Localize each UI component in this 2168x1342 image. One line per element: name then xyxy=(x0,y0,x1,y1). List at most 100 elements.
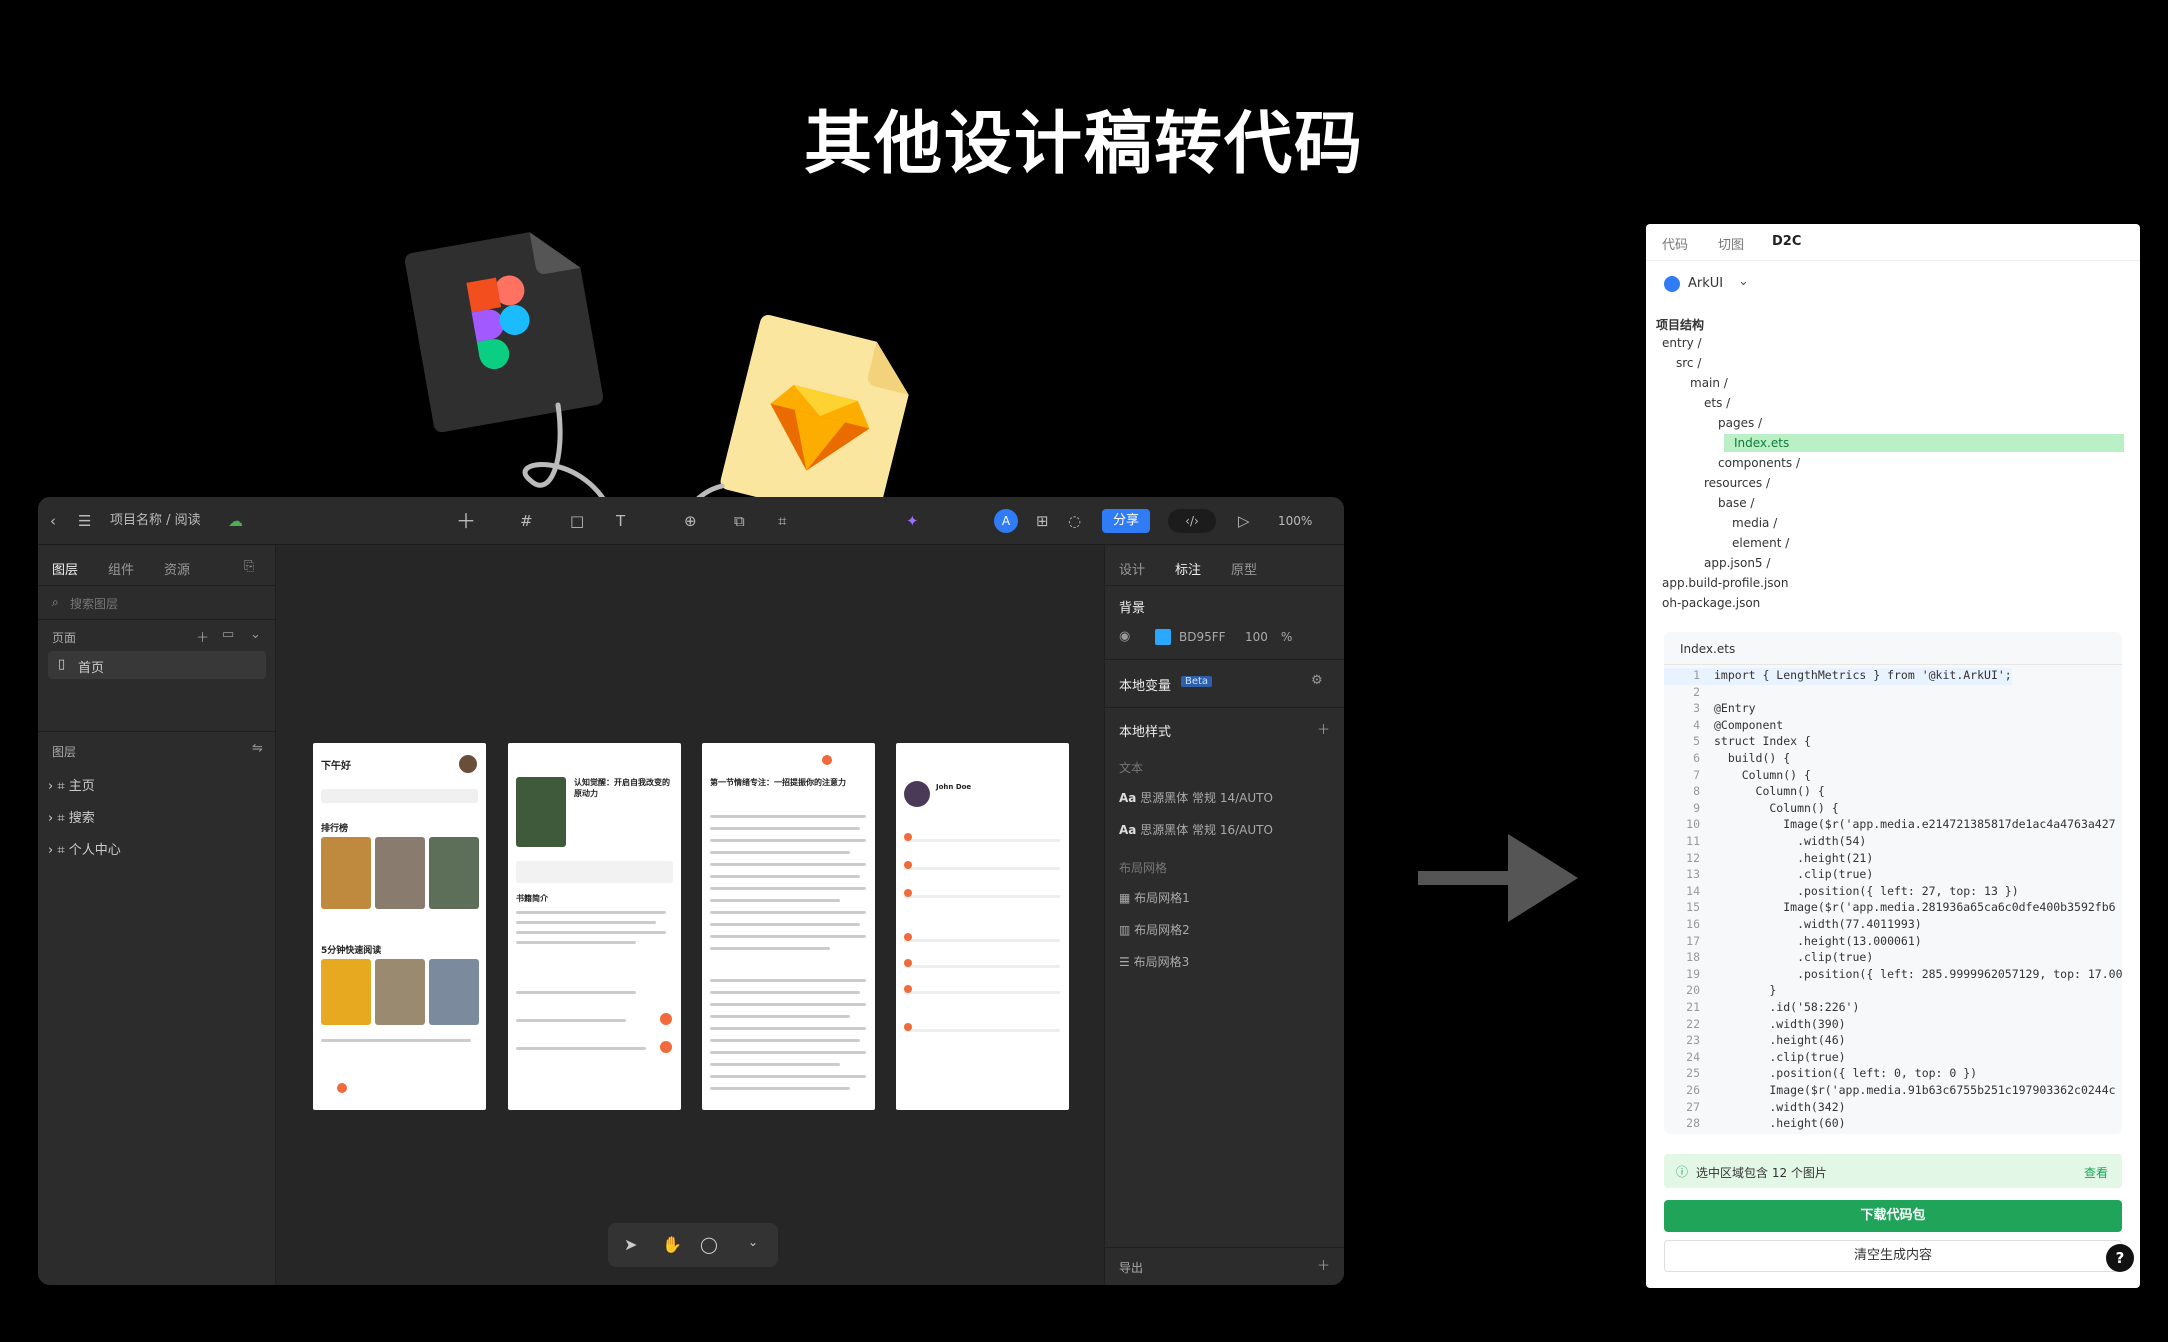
grid-style-item[interactable]: ▥ 布局网格2 xyxy=(1119,921,1190,938)
code-line: 14 .position({ left: 27, top: 13 }) xyxy=(1664,884,2019,901)
tab-assets[interactable]: 资源 xyxy=(164,559,190,578)
layer-item[interactable]: › ⌗ 个人中心 xyxy=(48,839,121,858)
back-icon[interactable]: ‹ xyxy=(50,509,56,533)
clear-button[interactable]: 清空生成内容 xyxy=(1664,1240,2122,1272)
layer-item[interactable]: › ⌗ 搜索 xyxy=(48,807,95,826)
artboard-article[interactable]: 第一节情绪专注：一招提振你的注意力 xyxy=(702,743,875,1110)
grid-style-item[interactable]: ☰ 布局网格3 xyxy=(1119,953,1189,970)
line-number: 6 xyxy=(1693,751,1700,765)
tree-item-selected[interactable]: Index.ets xyxy=(1724,434,2124,452)
shape-tool-icon[interactable]: □ xyxy=(570,509,584,533)
share-button[interactable]: 分享 xyxy=(1102,509,1150,533)
code-line: 27 .width(342) xyxy=(1664,1100,1845,1117)
artboard-profile[interactable]: John Doe xyxy=(896,743,1069,1110)
tree-item[interactable]: main / xyxy=(1690,376,1728,390)
library-icon[interactable]: ⊞ xyxy=(1036,509,1049,533)
bg-color-swatch[interactable] xyxy=(1155,629,1171,645)
play-icon[interactable]: ▷ xyxy=(1238,509,1250,533)
artboard-home[interactable]: 下午好 排行榜 5分钟快速阅读 xyxy=(313,743,486,1110)
layer-item[interactable]: › ⌗ 主页 xyxy=(48,775,95,794)
tree-item[interactable]: entry / xyxy=(1662,336,1702,350)
line-number: 17 xyxy=(1686,933,1700,948)
line-number: 2 xyxy=(1693,684,1700,699)
add-style-icon[interactable]: ＋ xyxy=(1317,719,1330,738)
select-tool-icon[interactable]: ➤ xyxy=(624,1235,637,1254)
chevron-down-icon[interactable]: ⌄ xyxy=(1738,274,1749,289)
text-style-item[interactable]: Aa 思源黑体 常规 14/AUTO xyxy=(1119,789,1273,806)
grid-tool-icon[interactable]: ⌗ xyxy=(778,509,786,533)
tab-design[interactable]: 设计 xyxy=(1119,559,1145,578)
library-icon[interactable]: ⎘ xyxy=(244,559,254,574)
layers-options-icon[interactable]: ⇋ xyxy=(252,741,263,756)
page-item[interactable]: ▯ 首页 xyxy=(48,651,266,679)
tab-components[interactable]: 组件 xyxy=(108,559,134,578)
eye-icon[interactable]: ◉ xyxy=(1119,629,1130,644)
frame-tool-icon[interactable]: # xyxy=(520,509,533,533)
code-line: 28 .height(60) xyxy=(1664,1116,1845,1133)
comment-tool-icon[interactable]: ◯ xyxy=(700,1235,718,1254)
framework-select[interactable]: ArkUI xyxy=(1688,276,1723,291)
code-text: .height(46) xyxy=(1714,1033,1846,1048)
line-number: 7 xyxy=(1693,767,1700,782)
code-text: Image($r('app.media.91b63c6755b251c19790… xyxy=(1714,1083,2116,1097)
bg-color-value[interactable]: BD95FF xyxy=(1179,630,1226,644)
tab-prototype[interactable]: 原型 xyxy=(1231,559,1257,578)
line-number: 20 xyxy=(1686,983,1700,998)
tree-item[interactable]: element / xyxy=(1732,536,1789,550)
hand-tool-icon[interactable]: ✋ xyxy=(662,1235,682,1254)
artboard-book[interactable]: 认知觉醒：开启自我改变的原动力 书籍简介 xyxy=(508,743,681,1110)
zoom-select[interactable]: 100% xyxy=(1278,509,1312,533)
code-text: struct Index { xyxy=(1714,734,1811,749)
tab-annotate[interactable]: 标注 xyxy=(1175,559,1201,578)
tab-d2c[interactable]: D2C xyxy=(1772,234,1801,249)
view-link[interactable]: 查看 xyxy=(2084,1164,2108,1181)
code-toggle-icon[interactable]: ‹/› xyxy=(1168,509,1216,533)
chevron-down-icon[interactable]: ⌄ xyxy=(250,627,261,642)
line-number: 12 xyxy=(1686,850,1700,865)
tree-item[interactable]: resources / xyxy=(1704,476,1770,490)
add-page-icon[interactable]: ＋ xyxy=(196,627,209,646)
line-number: 10 xyxy=(1686,817,1700,832)
sketch-file-icon xyxy=(719,313,920,527)
tab-code[interactable]: 代码 xyxy=(1662,234,1688,253)
bg-opacity-value[interactable]: 100 xyxy=(1245,630,1268,644)
tree-item[interactable]: oh-package.json xyxy=(1662,596,1760,610)
text-style-item[interactable]: Aa 思源黑体 常规 16/AUTO xyxy=(1119,821,1273,838)
add-icon[interactable]: ＋ xyxy=(456,509,476,533)
add-export-icon[interactable]: ＋ xyxy=(1317,1255,1330,1274)
line-number: 21 xyxy=(1686,1000,1700,1014)
component-tool-icon[interactable]: ⊕ xyxy=(684,509,697,533)
tree-item[interactable]: ets / xyxy=(1704,396,1730,410)
page-title: 其他设计稿转代码 xyxy=(803,105,1364,184)
comment-icon[interactable]: ◌ xyxy=(1068,509,1081,533)
folder-icon[interactable]: ▭ xyxy=(222,627,234,642)
tree-item[interactable]: app.json5 / xyxy=(1704,556,1770,570)
tree-item[interactable]: media / xyxy=(1732,516,1777,530)
tab-slices[interactable]: 切图 xyxy=(1718,234,1744,253)
code-editor[interactable]: Index.ets 1 import { LengthMetrics } from… xyxy=(1664,632,2122,1134)
notice-text: 选中区域包含 12 个图片 xyxy=(1696,1166,1827,1180)
boolean-tool-icon[interactable]: ⧉ xyxy=(734,509,745,533)
text-tool-icon[interactable]: T xyxy=(616,509,625,533)
search-input[interactable]: 搜索图层 xyxy=(70,595,118,612)
line-number: 13 xyxy=(1686,867,1700,882)
help-button[interactable]: ? xyxy=(2106,1244,2134,1272)
tree-item[interactable]: pages / xyxy=(1718,416,1762,430)
tree-item[interactable]: src / xyxy=(1676,356,1701,370)
breadcrumb[interactable]: 项目名称 / 阅读 xyxy=(110,509,201,533)
download-button[interactable]: 下载代码包 xyxy=(1664,1200,2122,1232)
tree-item[interactable]: base / xyxy=(1718,496,1754,510)
menu-icon[interactable]: ☰ xyxy=(78,509,91,533)
tree-item[interactable]: components / xyxy=(1718,456,1800,470)
code-text: .position({ left: 27, top: 13 }) xyxy=(1714,883,2019,898)
settings-icon[interactable]: ⚙ xyxy=(1311,673,1323,688)
code-line: 5 struct Index { xyxy=(1664,734,1811,751)
tree-item[interactable]: app.build-profile.json xyxy=(1662,576,1789,590)
line-number: 24 xyxy=(1686,1049,1700,1064)
code-line: 15 Image($r('app.media.281936a65ca6c0dfe… xyxy=(1664,900,2115,917)
plugin-icon[interactable]: ✦ xyxy=(906,509,919,533)
more-icon[interactable]: ⌄ xyxy=(748,1235,758,1249)
arkui-icon xyxy=(1664,276,1680,292)
grid-style-item[interactable]: ▦ 布局网格1 xyxy=(1119,889,1190,906)
tab-layers[interactable]: 图层 xyxy=(52,559,78,578)
